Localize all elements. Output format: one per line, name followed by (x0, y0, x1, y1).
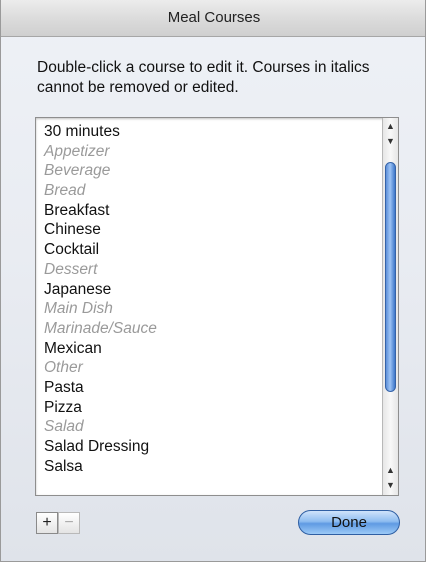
course-list-item[interactable]: Pasta (44, 378, 374, 398)
course-list-item[interactable]: Appetizer (44, 142, 374, 162)
course-list-item[interactable]: Marinade/Sauce (44, 319, 374, 339)
course-list-item[interactable]: Chinese (44, 220, 374, 240)
course-list-item[interactable]: Bread (44, 181, 374, 201)
course-list-item[interactable]: Breakfast (44, 201, 374, 221)
scroll-thumb[interactable] (385, 162, 396, 392)
scroll-down-top-icon[interactable]: ▼ (383, 134, 398, 149)
scroll-up-bottom-icon[interactable]: ▲ (383, 463, 398, 478)
vertical-scrollbar[interactable]: ▲ ▼ ▲ ▼ (382, 118, 398, 495)
course-list-item[interactable]: Cocktail (44, 240, 374, 260)
course-list-item[interactable]: Pizza (44, 398, 374, 418)
add-course-button[interactable]: + (36, 512, 58, 534)
remove-course-button[interactable]: − (58, 512, 80, 534)
course-list-item[interactable]: Beverage (44, 161, 374, 181)
course-list-item[interactable]: Other (44, 358, 374, 378)
course-list-item[interactable]: Salsa (44, 457, 374, 477)
scroll-up-top-icon[interactable]: ▲ (383, 119, 398, 134)
course-list-item[interactable]: 30 minutes (44, 122, 374, 142)
window-title: Meal Courses (1, 0, 425, 37)
course-list-item[interactable]: Dessert (44, 260, 374, 280)
courses-list[interactable]: 30 minutes Appetizer Beverage Bread Breakfas… (35, 117, 399, 496)
courses-list-items: 30 minutes Appetizer Beverage Bread Breakfas… (44, 122, 374, 476)
done-button[interactable]: Done (298, 510, 400, 535)
course-list-item[interactable]: Main Dish (44, 299, 374, 319)
course-list-item[interactable]: Mexican (44, 339, 374, 359)
scroll-down-bottom-icon[interactable]: ▼ (383, 478, 398, 493)
course-list-item[interactable]: Japanese (44, 280, 374, 300)
meal-courses-window: Meal Courses Double-click a course to ed… (0, 0, 426, 562)
instructions-text: Double-click a course to edit it. Course… (37, 59, 370, 96)
course-list-item[interactable]: Salad Dressing (44, 437, 374, 457)
course-list-item[interactable]: Salad (44, 417, 374, 437)
